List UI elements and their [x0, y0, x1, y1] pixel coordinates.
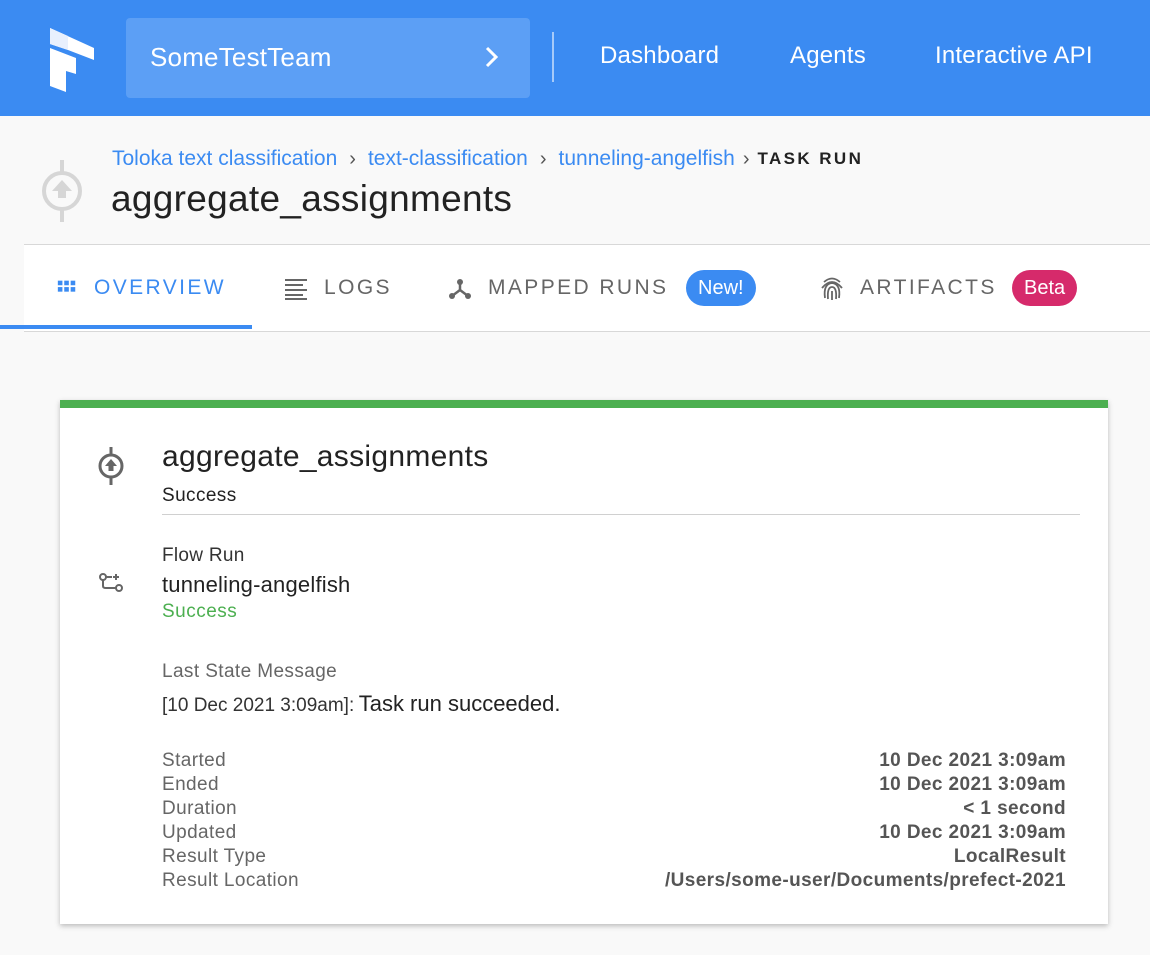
- detail-row-updated: Updated 10 Dec 2021 3:09am: [162, 822, 1066, 846]
- chevron-right-icon: ›: [349, 147, 356, 170]
- fingerprint-icon: [821, 277, 843, 300]
- last-state-label: Last State Message: [162, 661, 338, 682]
- flow-run-label: Flow Run: [162, 545, 245, 566]
- detail-value[interactable]: /Users/some-user/Documents/prefect-2021: [665, 870, 1066, 894]
- detail-value: 10 Dec 2021 3:09am: [879, 822, 1066, 843]
- new-badge: New!: [686, 270, 756, 306]
- breadcrumb-flow[interactable]: text-classification: [368, 147, 528, 171]
- detail-key: Duration: [162, 798, 238, 819]
- active-tab-indicator: [0, 325, 252, 329]
- detail-value: LocalResult: [953, 846, 1066, 867]
- detail-key: Result Location: [162, 870, 299, 891]
- tab-overview[interactable]: OVERVIEW: [56, 245, 226, 331]
- card-divider: [162, 514, 1080, 515]
- lines-icon: [285, 279, 307, 300]
- team-switcher[interactable]: SomeTestTeam: [126, 18, 530, 98]
- tab-mapped-runs-label: MAPPED RUNS: [488, 276, 669, 299]
- team-name: SomeTestTeam: [150, 42, 332, 72]
- detail-key: Started: [162, 750, 227, 771]
- page-title: aggregate_assignments: [111, 178, 513, 219]
- detail-row-ended: Ended 10 Dec 2021 3:09am: [162, 774, 1066, 798]
- nav-dashboard[interactable]: Dashboard: [600, 42, 719, 70]
- detail-row-started: Started 10 Dec 2021 3:09am: [162, 750, 1066, 774]
- beta-badge: Beta: [1012, 270, 1078, 306]
- detail-row-result-location: Result Location /Users/some-user/Documen…: [162, 870, 1066, 894]
- nav-interactive-api[interactable]: Interactive API: [935, 42, 1093, 70]
- detail-key: Updated: [162, 822, 237, 843]
- flow-run-link[interactable]: tunneling-angelfish: [162, 572, 351, 598]
- flow-run-icon: [99, 573, 123, 592]
- tab-mapped-runs[interactable]: MAPPED RUNS: [448, 245, 668, 331]
- tab-overview-label: OVERVIEW: [94, 276, 227, 299]
- flow-run-state: Success: [162, 601, 238, 622]
- breadcrumb-current: TASK RUN: [757, 149, 864, 168]
- last-state-text: Task run succeeded.: [358, 691, 561, 716]
- detail-value: < 1 second: [963, 798, 1066, 819]
- last-state-time: [10 Dec 2021 3:09am]:: [162, 695, 355, 716]
- detail-row-duration: Duration < 1 second: [162, 798, 1066, 822]
- chevron-right-icon: ›: [539, 147, 547, 170]
- breadcrumb-flow-run[interactable]: tunneling-angelfish: [559, 147, 735, 171]
- tab-logs[interactable]: LOGS: [284, 245, 392, 331]
- detail-value: 10 Dec 2021 3:09am: [879, 774, 1066, 795]
- top-app-bar: SomeTestTeam Dashboard Agents Interactiv…: [0, 0, 1150, 116]
- chevron-right-icon: ›: [742, 147, 750, 170]
- grid-icon: [57, 280, 76, 292]
- chevron-right-icon: [485, 46, 499, 68]
- tab-bar: OVERVIEW LOGS MAPPED RUNS ARTIFACTS: [24, 244, 1150, 332]
- detail-key: Result Type: [162, 846, 267, 867]
- detail-value: 10 Dec 2021 3:09am: [879, 750, 1066, 771]
- detail-key: Ended: [162, 774, 219, 795]
- breadcrumb-flow-group[interactable]: Toloka text classification: [112, 147, 337, 171]
- tab-artifacts-label: ARTIFACTS: [860, 276, 997, 299]
- details-list: Started 10 Dec 2021 3:09am Ended 10 Dec …: [162, 750, 1066, 894]
- detail-row-result-type: Result Type LocalResult: [162, 846, 1066, 870]
- task-run-icon: [98, 447, 124, 485]
- task-run-icon: [42, 160, 82, 222]
- prefect-logo[interactable]: [44, 22, 100, 94]
- last-state-message: [10 Dec 2021 3:09am]: Task run succeeded…: [162, 691, 560, 717]
- tab-logs-label: LOGS: [324, 276, 392, 299]
- breadcrumb: Toloka text classification › text-classi…: [112, 146, 863, 172]
- nav-divider: [552, 32, 554, 82]
- nav-agents[interactable]: Agents: [790, 42, 866, 70]
- mapped-icon: [449, 279, 471, 299]
- task-run-state: Success: [162, 485, 237, 506]
- card-title: aggregate_assignments: [162, 440, 489, 473]
- tab-artifacts[interactable]: ARTIFACTS: [818, 245, 997, 331]
